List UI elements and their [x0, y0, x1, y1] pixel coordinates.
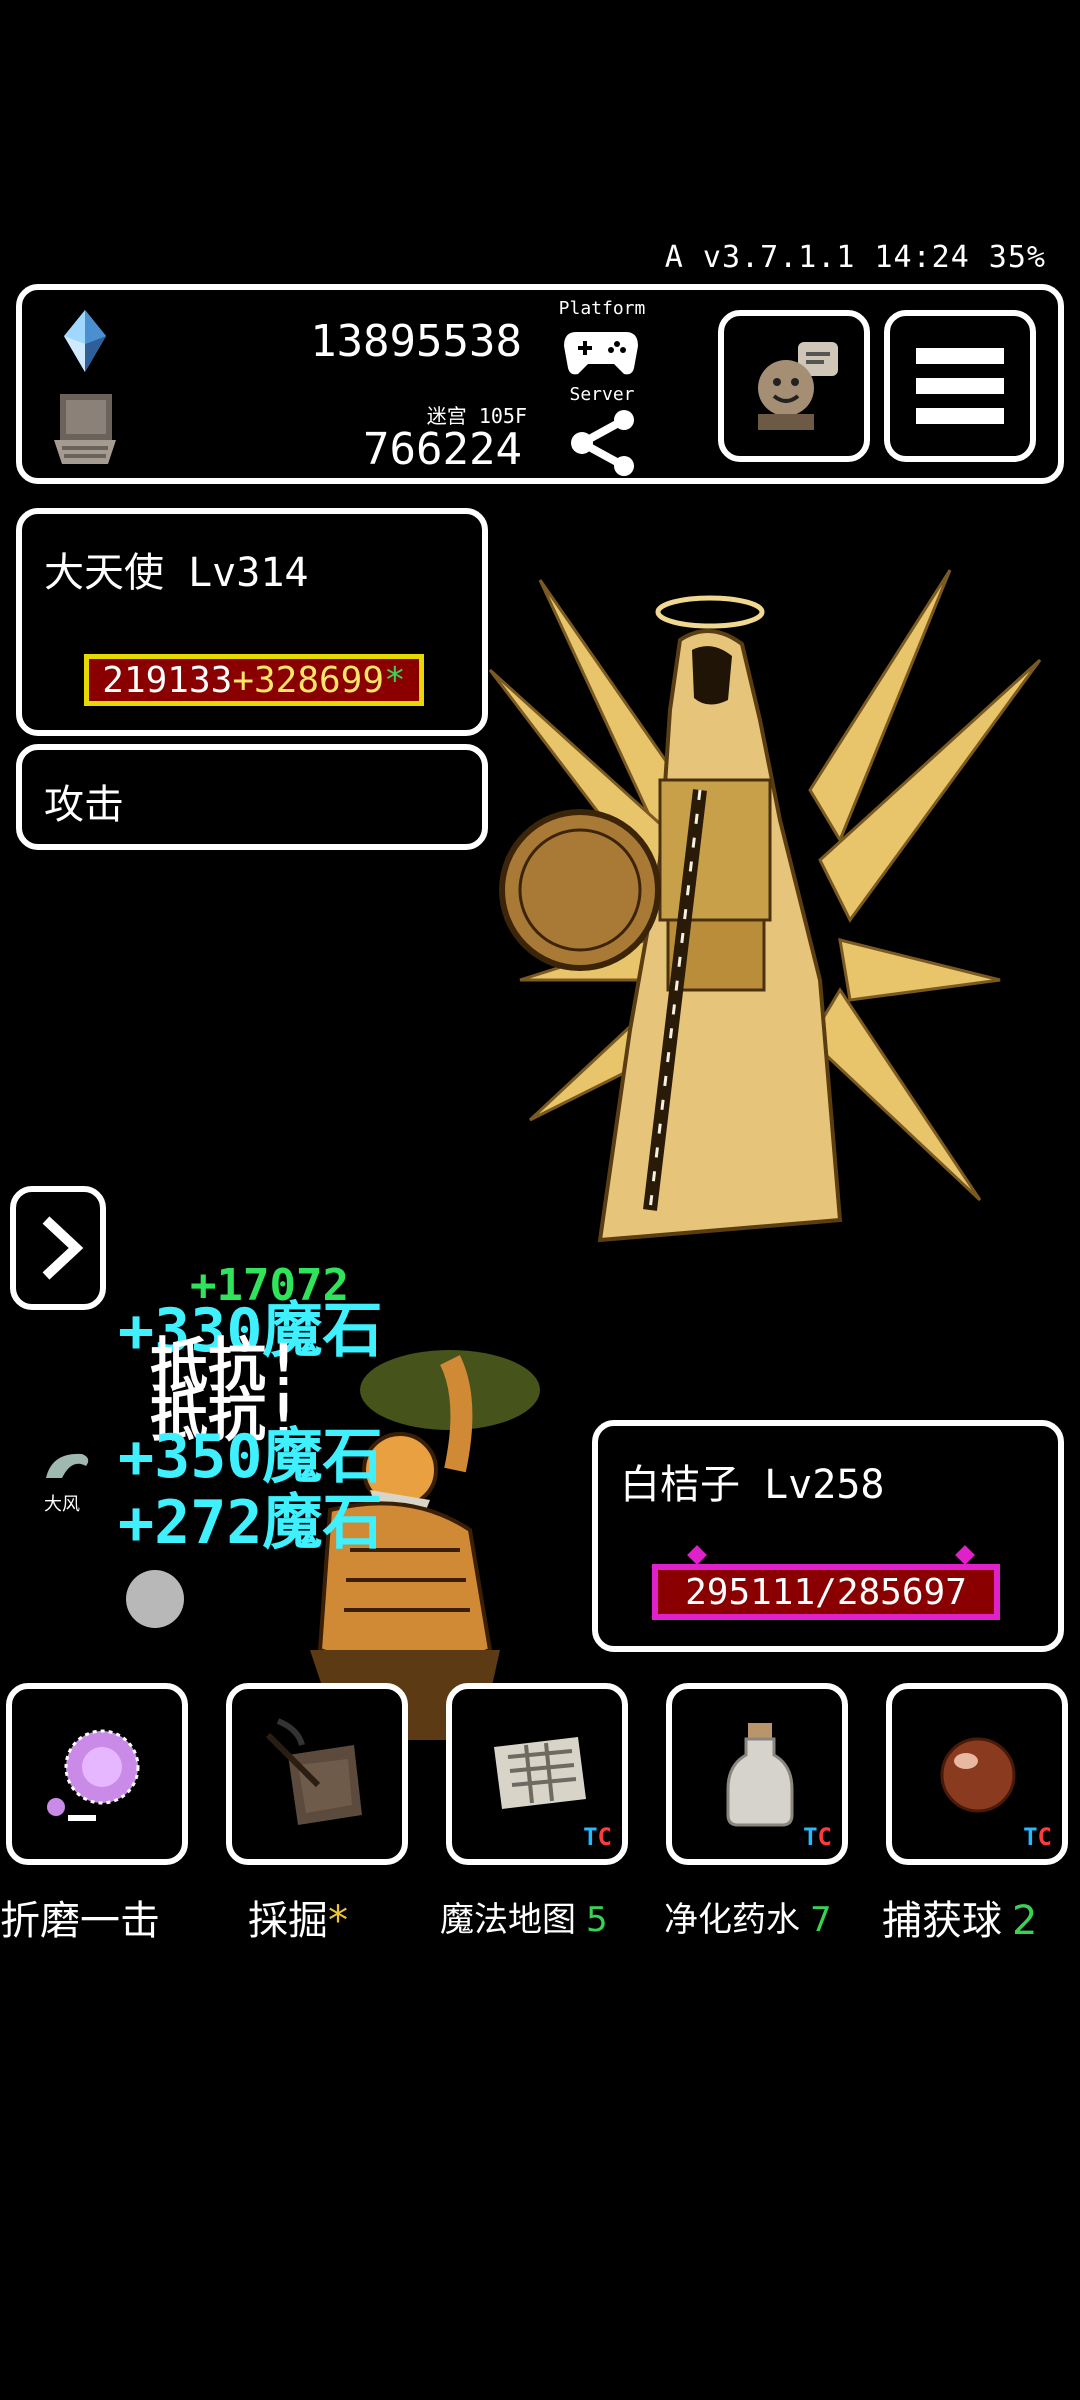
- touch-indicator: [126, 1570, 184, 1628]
- hamburger-menu-icon: [916, 348, 1004, 424]
- enemy-action-text: 攻击: [44, 782, 124, 828]
- magic-map-icon: [494, 1737, 586, 1809]
- header-panel: 13895538 迷宫 105F 766224 Platform Server: [16, 284, 1064, 484]
- menu-button[interactable]: [884, 310, 1036, 462]
- chat-face-icon: [758, 342, 838, 430]
- player-hp-text: 295111/285697: [685, 1571, 967, 1613]
- expand-arrow-button[interactable]: [10, 1186, 106, 1310]
- tc-badge: TC: [583, 1823, 612, 1851]
- enemy-info-panel: 大天使 Lv314 219133 +328699 *: [16, 508, 488, 736]
- share-icon[interactable]: [568, 408, 638, 478]
- item-label-magic-map: 魔法地图 5: [440, 1900, 608, 1940]
- enemy-hp-bar: 219133 +328699 *: [84, 654, 424, 706]
- chat-button[interactable]: [718, 310, 870, 462]
- companion-icon[interactable]: [42, 1448, 94, 1490]
- skill-label-torment-strike: 折磨一击: [0, 1898, 160, 1944]
- crystal-icon: [64, 310, 106, 372]
- item-label-purify-potion: 净化药水 7: [664, 1900, 832, 1940]
- archangel-enemy-sprite[interactable]: [480, 560, 1060, 1280]
- gamepad-icon[interactable]: [562, 326, 640, 378]
- platform-label: Platform: [558, 298, 646, 319]
- purple-magic-orb-icon: [47, 1729, 140, 1821]
- item-slot-capture-ball[interactable]: TC: [886, 1683, 1068, 1865]
- skill-slot-torment-strike[interactable]: [6, 1683, 188, 1865]
- gem-count: 13895538: [310, 316, 522, 367]
- item-slot-magic-map[interactable]: TC: [446, 1683, 628, 1865]
- hp-bar-marker-right: [955, 1545, 975, 1565]
- pickaxe-ore-icon: [265, 1718, 362, 1825]
- chevron-right-icon: [42, 1216, 84, 1280]
- enemy-name: 大天使 Lv314: [44, 550, 309, 596]
- enemy-hp-star: *: [384, 659, 406, 701]
- player-name: 白桔子 Lv258: [620, 1462, 885, 1508]
- item-slot-purify-potion[interactable]: TC: [666, 1683, 848, 1865]
- enemy-hp-bonus: +328699: [232, 659, 385, 701]
- companion-label: 大风: [44, 1494, 80, 1515]
- enemy-action-panel: 攻击: [16, 744, 488, 850]
- enemy-hp-base: 219133: [102, 659, 233, 701]
- dungeon-stairs-icon: [54, 394, 116, 464]
- item-label-capture-ball: 捕获球 2: [882, 1898, 1038, 1944]
- hp-bar-marker-left: [687, 1545, 707, 1565]
- capture-ball-icon: [940, 1737, 1016, 1813]
- status-bar: A v3.7.1.1 14:24 35%: [664, 240, 1046, 275]
- dungeon-value: 766224: [363, 424, 522, 475]
- player-hp-bar: 295111/285697: [652, 1564, 1000, 1620]
- combat-gain-3: +272魔石: [118, 1488, 383, 1558]
- tc-badge: TC: [1023, 1823, 1052, 1851]
- skill-slot-mining[interactable]: [226, 1683, 408, 1865]
- player-info-panel: 白桔子 Lv258 295111/285697: [592, 1420, 1064, 1652]
- skill-label-mining: 採掘*: [248, 1898, 348, 1944]
- potion-bottle-icon: [726, 1723, 794, 1827]
- tc-badge: TC: [803, 1823, 832, 1851]
- server-label: Server: [569, 384, 635, 405]
